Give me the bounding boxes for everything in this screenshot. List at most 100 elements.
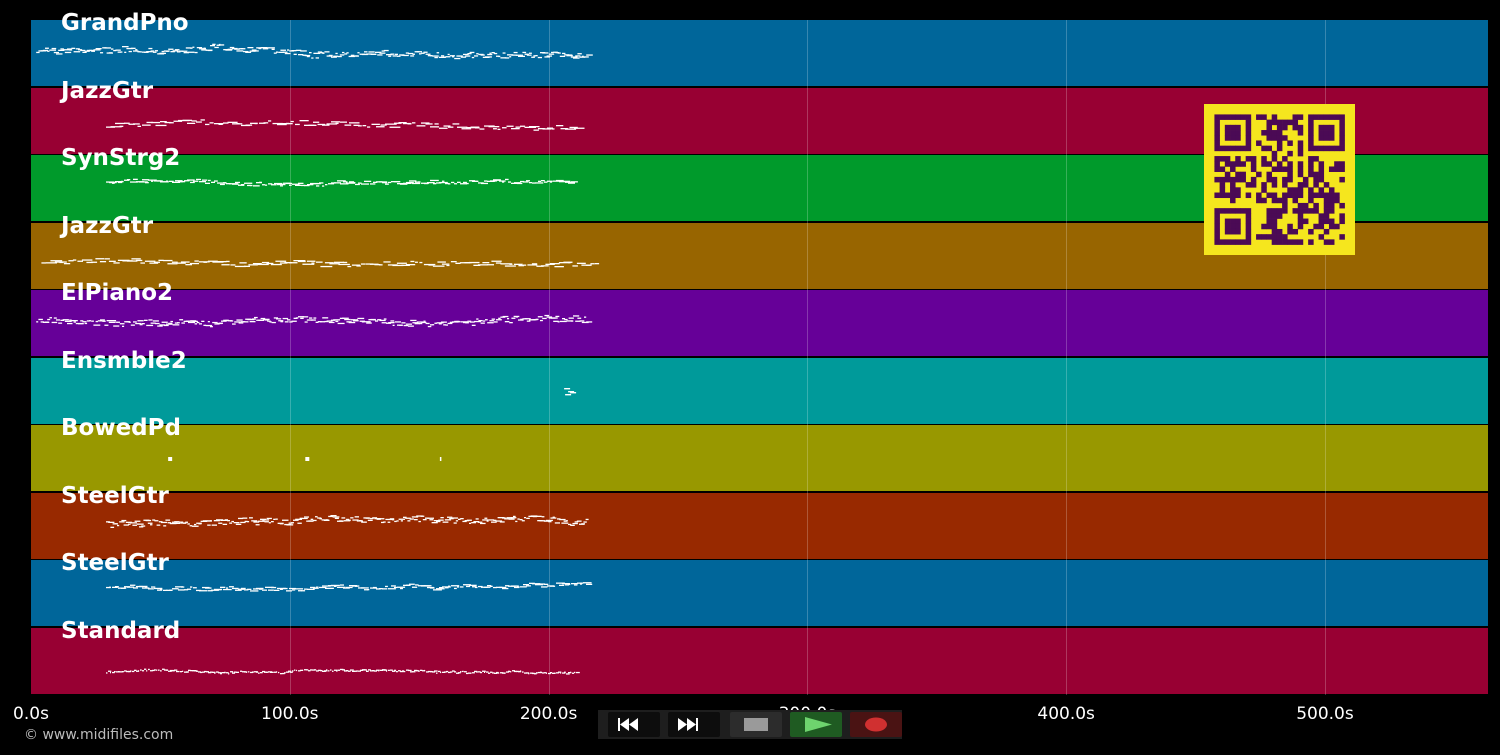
note-mark	[515, 316, 518, 318]
note-mark	[470, 672, 472, 674]
note-mark	[155, 50, 158, 52]
time-tick-label: 0.0s	[13, 704, 49, 724]
time-tick-label: 200.0s	[519, 704, 578, 724]
note-mark	[333, 319, 341, 321]
note-mark	[210, 45, 215, 47]
note-mark	[440, 516, 444, 518]
record-button[interactable]	[850, 712, 902, 737]
note-mark	[97, 49, 101, 51]
note-mark	[538, 583, 545, 585]
note-mark	[271, 520, 274, 522]
note-mark	[187, 522, 190, 525]
note-mark	[379, 52, 386, 54]
note-mark	[289, 587, 296, 590]
note-mark	[341, 516, 346, 519]
note-roll	[168, 457, 442, 461]
note-mark	[466, 672, 469, 674]
note-mark	[475, 517, 479, 520]
note-mark	[284, 52, 291, 55]
note-mark	[130, 669, 132, 672]
note-roll	[36, 314, 593, 328]
note-mark	[177, 322, 180, 324]
note-mark	[194, 523, 197, 525]
note-mark	[199, 181, 206, 183]
note-mark	[112, 182, 115, 184]
note-mark	[210, 326, 213, 328]
note-mark	[446, 264, 450, 266]
fast-forward-button[interactable]	[668, 712, 720, 737]
note-mark	[498, 317, 501, 319]
note-mark	[108, 321, 116, 323]
note-mark	[521, 519, 525, 521]
note-mark	[166, 50, 169, 52]
note-mark	[340, 121, 347, 123]
note-mark	[78, 323, 84, 325]
note-mark	[397, 55, 401, 57]
note-mark	[552, 516, 555, 518]
track-name: ElPiano2	[61, 280, 174, 306]
note-mark	[99, 260, 107, 262]
note-mark	[352, 182, 356, 184]
note-mark	[482, 518, 489, 521]
note-mark	[313, 317, 317, 319]
note-mark	[524, 516, 526, 518]
note-mark	[190, 47, 193, 49]
note-mark	[354, 515, 359, 517]
note-mark	[332, 515, 340, 518]
note-mark	[450, 260, 457, 262]
note-mark	[409, 517, 414, 520]
rewind-button[interactable]	[608, 712, 660, 737]
note-mark	[382, 182, 388, 184]
stop-icon	[744, 718, 768, 731]
note-mark	[532, 182, 536, 184]
note-mark	[574, 127, 585, 129]
note-mark	[408, 669, 412, 671]
note-mark	[53, 317, 57, 319]
note-mark	[221, 44, 225, 46]
note-mark	[342, 261, 348, 263]
note-mark	[433, 183, 437, 185]
note-mark	[301, 517, 308, 519]
note-mark	[328, 321, 335, 324]
note-mark	[304, 321, 308, 323]
note-mark	[275, 518, 278, 520]
note-mark	[174, 49, 180, 51]
note-mark	[73, 51, 81, 53]
note-mark	[230, 263, 236, 266]
play-button[interactable]	[790, 712, 842, 737]
track-lane: GrandPno	[31, 10, 1488, 86]
note-mark	[458, 321, 461, 323]
note-mark	[367, 183, 369, 185]
note-mark	[306, 260, 316, 262]
note-mark	[469, 584, 477, 586]
note-mark	[50, 259, 63, 261]
note-mark	[480, 671, 483, 673]
note-mark	[373, 586, 377, 589]
note-mark	[499, 520, 505, 523]
stop-button[interactable]	[730, 712, 782, 737]
note-mark	[486, 670, 489, 673]
note-mark	[388, 55, 392, 57]
note-mark	[350, 516, 354, 518]
note-mark	[571, 181, 578, 183]
note-mark	[295, 184, 302, 186]
note-mark	[163, 524, 167, 526]
note-mark	[469, 522, 472, 524]
note-mark	[554, 672, 556, 674]
track-name: SynStrg2	[61, 145, 181, 171]
note-roll	[106, 668, 580, 675]
note-mark	[360, 262, 366, 265]
note-mark	[383, 260, 391, 263]
note-mark	[484, 180, 488, 182]
note-mark	[482, 670, 486, 672]
note-mark	[357, 52, 360, 54]
note-mark	[119, 125, 124, 127]
note-mark	[111, 48, 114, 50]
note-mark	[62, 319, 69, 321]
note-mark	[147, 522, 153, 524]
note-mark	[452, 56, 455, 58]
note-mark	[159, 52, 166, 54]
note-mark	[460, 670, 462, 672]
note-mark	[407, 519, 411, 521]
note-mark	[568, 54, 573, 56]
